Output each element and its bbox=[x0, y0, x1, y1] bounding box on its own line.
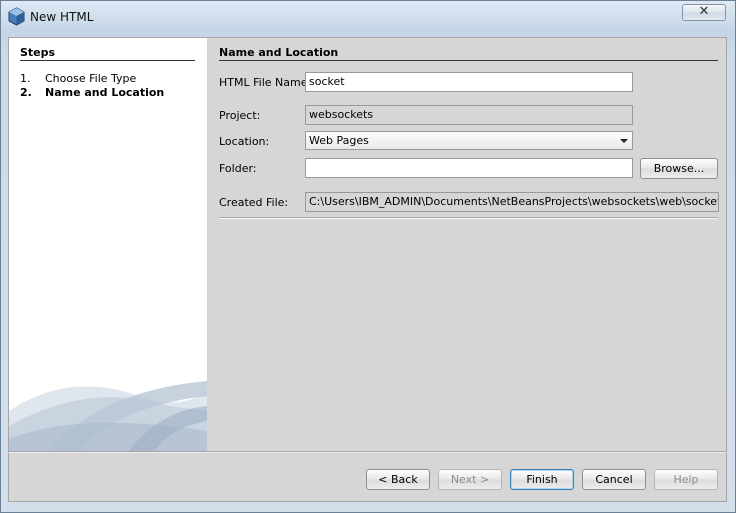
step-number: 2. bbox=[20, 86, 32, 99]
close-button[interactable]: ✕ bbox=[682, 4, 726, 21]
name-location-panel: Name and Location HTML File Name: socket… bbox=[207, 38, 726, 451]
netbeans-cube-icon bbox=[8, 7, 25, 26]
title-bar[interactable]: New HTML ✕ bbox=[1, 1, 735, 33]
location-label: Location: bbox=[219, 135, 270, 148]
finish-button[interactable]: Finish bbox=[510, 469, 574, 490]
panel-separator bbox=[219, 217, 718, 219]
created-file-label: Created File: bbox=[219, 196, 289, 209]
project-field: websockets bbox=[305, 105, 633, 125]
wizard-content: Steps 1. Choose File Type 2. Name and Loca… bbox=[8, 37, 727, 452]
help-button[interactable]: Help bbox=[654, 469, 718, 490]
created-file-field: C:\Users\IBM_ADMIN\Documents\NetBeansPro… bbox=[305, 192, 719, 212]
step-label: Choose File Type bbox=[45, 72, 137, 85]
step-name-and-location: 2. Name and Location bbox=[20, 86, 164, 99]
file-name-input[interactable]: socket bbox=[305, 72, 633, 92]
panel-divider bbox=[219, 60, 718, 61]
browse-button[interactable]: Browse... bbox=[640, 158, 718, 179]
step-choose-file-type: 1. Choose File Type bbox=[20, 72, 136, 85]
wizard-swoosh-graphic bbox=[9, 381, 207, 451]
button-bar: < Back Next > Finish Cancel Help bbox=[8, 452, 727, 502]
folder-label: Folder: bbox=[219, 162, 257, 175]
step-number: 1. bbox=[20, 72, 31, 85]
location-selected-value: Web Pages bbox=[309, 134, 369, 147]
file-name-label: HTML File Name: bbox=[219, 76, 312, 89]
project-label: Project: bbox=[219, 109, 261, 122]
window-title: New HTML bbox=[30, 10, 94, 24]
dialog-window: New HTML ✕ Steps 1. Choose File Type 2. Na… bbox=[0, 0, 736, 513]
steps-divider bbox=[20, 60, 195, 61]
location-dropdown[interactable]: Web Pages bbox=[305, 131, 633, 150]
panel-heading: Name and Location bbox=[219, 46, 339, 59]
steps-panel: Steps 1. Choose File Type 2. Name and Loca… bbox=[9, 38, 207, 451]
chevron-down-icon bbox=[620, 139, 628, 143]
cancel-button[interactable]: Cancel bbox=[582, 469, 646, 490]
folder-input[interactable] bbox=[305, 158, 633, 178]
steps-heading: Steps bbox=[20, 46, 56, 59]
back-button[interactable]: < Back bbox=[366, 469, 430, 490]
step-label: Name and Location bbox=[45, 86, 165, 99]
next-button[interactable]: Next > bbox=[438, 469, 502, 490]
